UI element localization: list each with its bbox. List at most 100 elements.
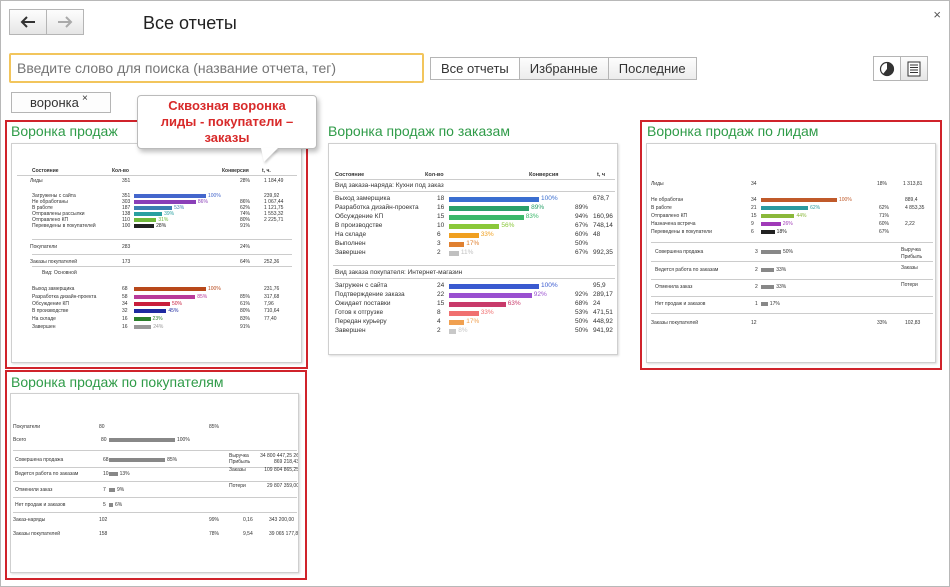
lead-row-pct: 71% <box>879 213 890 219</box>
shop-row-qty: 4 <box>437 318 441 325</box>
orders-row-time: 160,96 <box>593 213 613 220</box>
tag-remove-icon[interactable]: × <box>82 93 88 104</box>
sub-qty: 5 <box>103 502 106 508</box>
back-button[interactable] <box>9 9 47 35</box>
orders-bar-label: 17% <box>466 240 480 247</box>
tab-favorites[interactable]: Избранные <box>518 57 609 80</box>
lead-row-qty: 15 <box>751 213 757 219</box>
lead-row-pct: 62% <box>879 205 890 211</box>
orders-funnel-bar <box>449 241 465 247</box>
funnel-bar <box>134 294 196 299</box>
row-time: 252,36 <box>264 259 280 265</box>
sub-bar-label: 85% <box>167 457 178 463</box>
page-title: Все отчеты <box>143 13 237 33</box>
lead-row-label: Отправлено КП <box>651 213 688 219</box>
shop-row-label: Передан курьеру <box>335 318 387 325</box>
report-thumbnail-by-leads[interactable]: Лиды 34 18% 1 313,81 Не обработан 34 100% 889,4… <box>646 143 936 363</box>
bar-label: 53% <box>174 205 185 211</box>
sub-qty: 2 <box>755 284 758 290</box>
row-pct: 64% <box>240 259 251 265</box>
sub-label: Ведется работа по заказам <box>15 471 79 477</box>
row-qty: 16 <box>122 324 128 330</box>
funnel-bar <box>134 308 167 313</box>
orders-funnel-bar <box>449 214 524 220</box>
sub-bar <box>109 471 118 476</box>
orders-row-label: Завершен <box>335 249 366 256</box>
report-title-by-orders[interactable]: Воронка продаж по заказам <box>328 123 510 139</box>
lead-bar-label: 62% <box>810 205 821 211</box>
search-input[interactable] <box>9 53 424 83</box>
report-thumbnail-by-customers[interactable]: Покупатели 80 85% Всего 80 100% Совершена прод… <box>10 393 299 573</box>
view-list-button[interactable] <box>900 56 928 81</box>
column-header: Кол-во <box>112 168 129 174</box>
filter-tabs: Все отчеты Избранные Последние <box>430 57 697 80</box>
tab-all-reports[interactable]: Все отчеты <box>430 57 520 80</box>
tag-chip[interactable]: воронка × <box>11 92 111 113</box>
orders-row-pct: 67% <box>575 249 589 256</box>
bar-label: 100% <box>208 286 221 292</box>
funnel-bar <box>134 217 157 222</box>
sub-qty: 1 <box>755 301 758 307</box>
column-header: t, ч. <box>262 168 271 174</box>
row-label: Заказы покупателей <box>30 259 78 265</box>
foot-pct: 33% <box>877 320 888 326</box>
divider <box>32 239 292 240</box>
foot-label: Заказы покупателей <box>13 531 61 537</box>
lead-funnel-bar <box>761 205 809 210</box>
sub-label: Отменила заказ <box>655 284 693 290</box>
report-thumbnail-sales-funnel[interactable]: Состояние Кол-во Конверсия t, ч. Лиды 351 28% 1… <box>11 143 302 363</box>
close-button[interactable]: × <box>933 7 941 22</box>
funnel-bar <box>134 211 163 216</box>
list-icon <box>907 61 921 76</box>
shop-row-qty: 15 <box>437 300 445 307</box>
shop-row-pct: 53% <box>575 309 589 316</box>
customers-label: Покупатели <box>13 424 41 430</box>
tab-recent[interactable]: Последние <box>607 57 697 80</box>
row-label: На складе <box>32 316 56 322</box>
sub-label: Совершена продажа <box>15 457 64 463</box>
lead-funnel-bar <box>761 229 775 234</box>
view-thumbnails-button[interactable] <box>873 56 901 81</box>
shop-row-qty: 24 <box>437 282 445 289</box>
divider <box>651 242 933 243</box>
shop-row-label: Загружен с сайта <box>335 282 388 289</box>
column-header: Состояние <box>335 172 365 178</box>
sub-note: Выручка Прибыль <box>901 247 923 260</box>
lead-row-pct: 67% <box>879 229 890 235</box>
funnel-bar <box>134 199 196 204</box>
orders-bar-label: 33% <box>480 231 494 238</box>
lead-row-qty: 21 <box>751 205 757 211</box>
divider <box>333 265 615 266</box>
sub-bar-label: 13% <box>119 471 130 477</box>
callout-line-1: Сквозная воронка <box>168 98 286 113</box>
row-qty: 34 <box>122 301 128 307</box>
sub-qty: 2 <box>755 267 758 273</box>
lead-bar-label: 100% <box>839 197 852 203</box>
foot-b: 39 065 177,89 <box>269 531 299 537</box>
callout-line-2: лиды - покупатели – <box>160 114 294 129</box>
lead-row-time: 2,22 <box>905 221 915 227</box>
row-label: Покупатели <box>30 244 58 250</box>
row-label: Лиды <box>30 178 43 184</box>
row-qty: 283 <box>122 244 131 250</box>
report-title-by-customers[interactable]: Воронка продаж по покупателям <box>11 374 224 390</box>
sub-qty: 3 <box>755 249 758 255</box>
lead-bar-label: 44% <box>796 213 807 219</box>
sub-bar <box>761 284 775 289</box>
report-title-sales-funnel[interactable]: Воронка продаж <box>11 123 118 139</box>
orders-funnel-bar <box>449 232 479 238</box>
sub-note: Заказы <box>901 265 918 271</box>
report-thumbnail-by-orders[interactable]: Состояние Кол-во Конверсия t, ч Вид заказа-н… <box>328 143 618 355</box>
forward-button[interactable] <box>46 9 84 35</box>
leads-time: 1 313,81 <box>903 181 923 187</box>
sub-label: Совершена продажа <box>655 249 704 255</box>
foot-qty: 102 <box>99 517 108 523</box>
divider <box>13 512 297 513</box>
divider <box>651 313 933 314</box>
shop-funnel-bar <box>449 319 465 325</box>
orders-row-label: В производстве <box>335 222 383 229</box>
callout-note: Сквозная воронка лиды - покупатели – зак… <box>137 95 317 162</box>
divider <box>651 261 933 262</box>
report-title-by-leads[interactable]: Воронка продаж по лидам <box>647 123 818 139</box>
funnel-bar <box>134 301 170 306</box>
